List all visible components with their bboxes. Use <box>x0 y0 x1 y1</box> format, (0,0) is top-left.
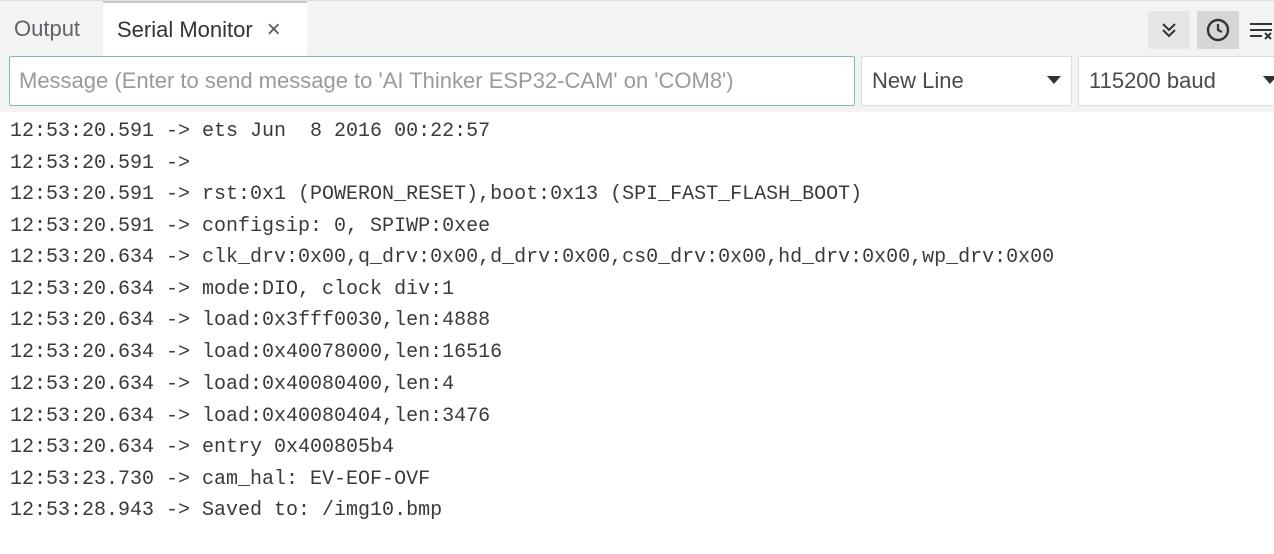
line-ending-value: New Line <box>872 68 964 93</box>
output-line: 12:53:23.730 -> cam_hal: EV-EOF-OVF <box>10 468 431 491</box>
chevron-down-icon <box>1047 76 1061 84</box>
message-input[interactable] <box>9 56 855 106</box>
output-line: 12:53:20.591 -> configsip: 0, SPIWP:0xee <box>10 215 491 238</box>
clear-output-icon <box>1250 23 1272 40</box>
tab-output-label: Output <box>14 16 81 41</box>
tab-output[interactable]: Output <box>14 1 80 57</box>
clock-icon <box>1206 18 1230 42</box>
baud-rate-value: 115200 baud <box>1089 68 1216 93</box>
toggle-timestamp-button[interactable] <box>1197 11 1239 49</box>
clear-output-button[interactable] <box>1246 11 1274 49</box>
double-chevron-down-icon <box>1162 23 1176 38</box>
close-icon[interactable]: × <box>267 18 281 42</box>
serial-output[interactable]: 12:53:20.591 -> ets Jun 8 2016 00:22:57 … <box>0 112 1274 554</box>
output-line: 12:53:20.591 -> rst:0x1 (POWERON_RESET),… <box>10 183 863 206</box>
output-line: 12:53:20.591 -> <box>10 152 203 175</box>
panel-tab-bar: Output Serial Monitor × <box>0 0 1274 57</box>
output-line: 12:53:28.943 -> Saved to: /img10.bmp <box>10 499 443 522</box>
baud-rate-select[interactable]: 115200 baud <box>1078 56 1274 106</box>
output-line: 12:53:20.591 -> ets Jun 8 2016 00:22:57 <box>10 120 491 143</box>
output-line: 12:53:20.634 -> mode:DIO, clock div:1 <box>10 278 455 301</box>
line-ending-select[interactable]: New Line <box>861 56 1072 106</box>
chevron-down-icon <box>1263 76 1274 84</box>
output-line: 12:53:20.634 -> load:0x40080400,len:4 <box>10 373 455 396</box>
output-line: 12:53:20.634 -> load:0x40080404,len:3476 <box>10 405 491 428</box>
tab-serial-monitor[interactable]: Serial Monitor × <box>103 1 307 57</box>
serial-input-row: New Line 115200 baud <box>0 56 1274 112</box>
tab-serial-monitor-label: Serial Monitor <box>117 17 253 42</box>
output-line: 12:53:20.634 -> clk_drv:0x00,q_drv:0x00,… <box>10 246 1055 269</box>
output-line: 12:53:20.634 -> load:0x3fff0030,len:4888 <box>10 309 491 332</box>
output-line: 12:53:20.634 -> load:0x40078000,len:1651… <box>10 341 503 364</box>
output-line: 12:53:20.634 -> entry 0x400805b4 <box>10 436 395 459</box>
autoscroll-button[interactable] <box>1148 11 1190 49</box>
